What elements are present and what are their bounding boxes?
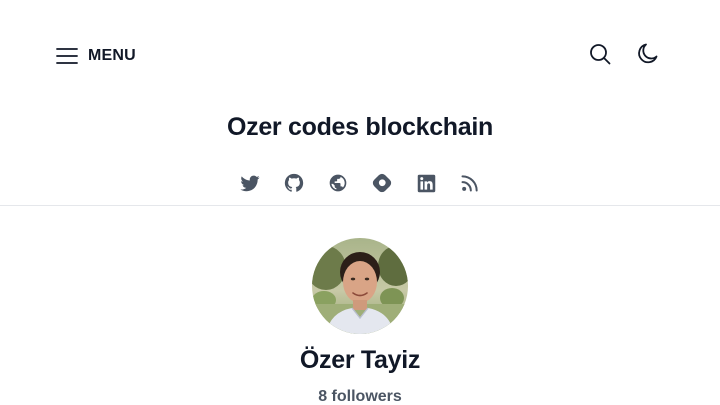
hamburger-icon [56, 47, 78, 65]
social-links [0, 171, 720, 195]
followers-link[interactable]: 8 followers [318, 388, 402, 405]
search-button[interactable] [584, 40, 616, 72]
header-divider [0, 205, 720, 206]
twitter-icon [239, 172, 261, 194]
globe-icon [328, 173, 348, 193]
hashnode-link[interactable] [370, 171, 394, 195]
theme-toggle-button[interactable] [632, 40, 664, 72]
followers-count: 8 followers [0, 388, 720, 405]
author-avatar[interactable] [312, 238, 408, 334]
header-actions [584, 40, 664, 72]
twitter-link[interactable] [238, 171, 262, 195]
blog-page: MENU Ozer codes blockchain Özer Tayiz 8 … [0, 0, 720, 405]
search-icon [588, 42, 612, 71]
moon-icon [636, 42, 660, 71]
github-icon [283, 172, 305, 194]
menu-button[interactable]: MENU [56, 42, 136, 70]
author-name[interactable]: Özer Tayiz [0, 346, 720, 375]
rss-link[interactable] [458, 171, 482, 195]
website-link[interactable] [326, 171, 350, 195]
hashnode-icon [371, 172, 393, 194]
github-link[interactable] [282, 171, 306, 195]
blog-title[interactable]: Ozer codes blockchain [0, 113, 720, 142]
linkedin-icon [416, 173, 437, 194]
linkedin-link[interactable] [414, 171, 438, 195]
rss-icon [460, 173, 480, 193]
menu-label: MENU [88, 47, 136, 64]
